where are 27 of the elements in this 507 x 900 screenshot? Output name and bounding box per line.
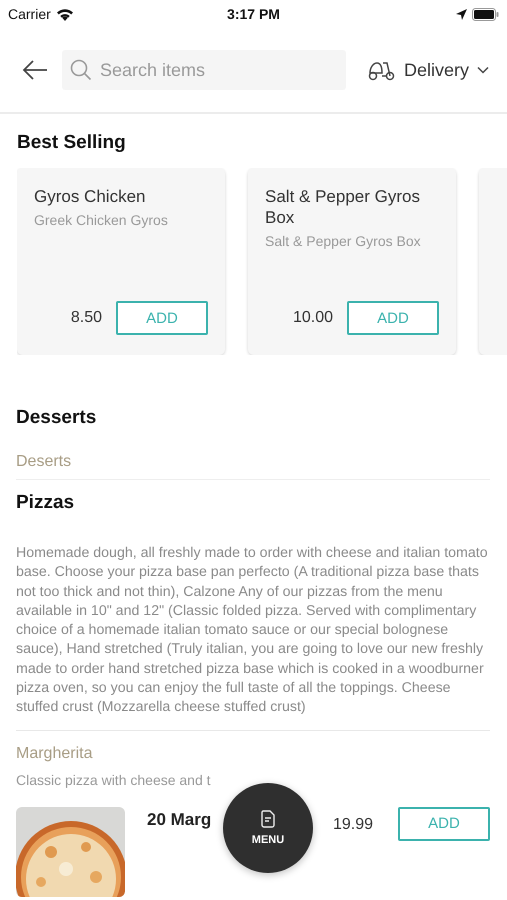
product-price: 10.00 bbox=[292, 309, 333, 327]
menu-button[interactable]: MENU bbox=[223, 783, 313, 873]
product-name: Salt & Pepper Gyros Box bbox=[265, 186, 421, 228]
category-title: Margherita bbox=[16, 744, 94, 763]
battery-icon bbox=[472, 8, 499, 20]
location-icon bbox=[456, 8, 467, 20]
clock-time: 3:17 PM bbox=[227, 6, 280, 22]
product-name: Gyros Chicken bbox=[34, 186, 146, 207]
product-price: 8.50 bbox=[70, 309, 102, 327]
carrier-label: Carrier bbox=[8, 6, 51, 22]
product-description: Salt & Pepper Gyros Box bbox=[265, 233, 422, 249]
product-price: 19.99 bbox=[332, 816, 373, 834]
product-name: 20 Marg bbox=[147, 810, 212, 830]
section-title: Desserts bbox=[16, 407, 98, 429]
section-title: Best Selling bbox=[17, 132, 127, 154]
chevron-down-icon bbox=[477, 66, 489, 74]
back-arrow-icon[interactable] bbox=[22, 60, 48, 80]
section-title: Pizzas bbox=[16, 492, 76, 514]
document-icon bbox=[261, 810, 275, 828]
product-card[interactable]: Salt & Pepper Gyros Box Salt & Pepper Gyros Box 10.00 ADD bbox=[248, 168, 456, 355]
search-field[interactable]: Search items bbox=[62, 50, 346, 90]
section-description: Homemade dough, all freshly made to order with cheese and italian tomato base. Choose your pizza base pan perfecto (A traditional pizza base thats not too thick and not thin), Calzone Any of our pizzas from the menu available in 10" and 12" (Classic folded pizza. Served with complimentary choice of a homemade italian tomato sauce or our special bolognese sauce), Hand stretched (Truly italian, you are going to love our new freshly made to order hand stretched pizza base which is cooked in a woodburner pizza oven, so you can enjoy the full taste of all the toppings. Cheese stuffed crust (Mozzarella cheese stuffed crust) bbox=[16, 544, 490, 731]
product-description: Greek Chicken Gyros bbox=[34, 212, 169, 228]
wifi-icon bbox=[56, 8, 74, 20]
category-description: Classic pizza with cheese and t bbox=[16, 772, 211, 788]
delivery-selector[interactable]: Delivery bbox=[368, 59, 489, 81]
product-card[interactable]: Gyros Chicken Greek Chicken Gyros 8.50 ADD bbox=[17, 168, 225, 355]
